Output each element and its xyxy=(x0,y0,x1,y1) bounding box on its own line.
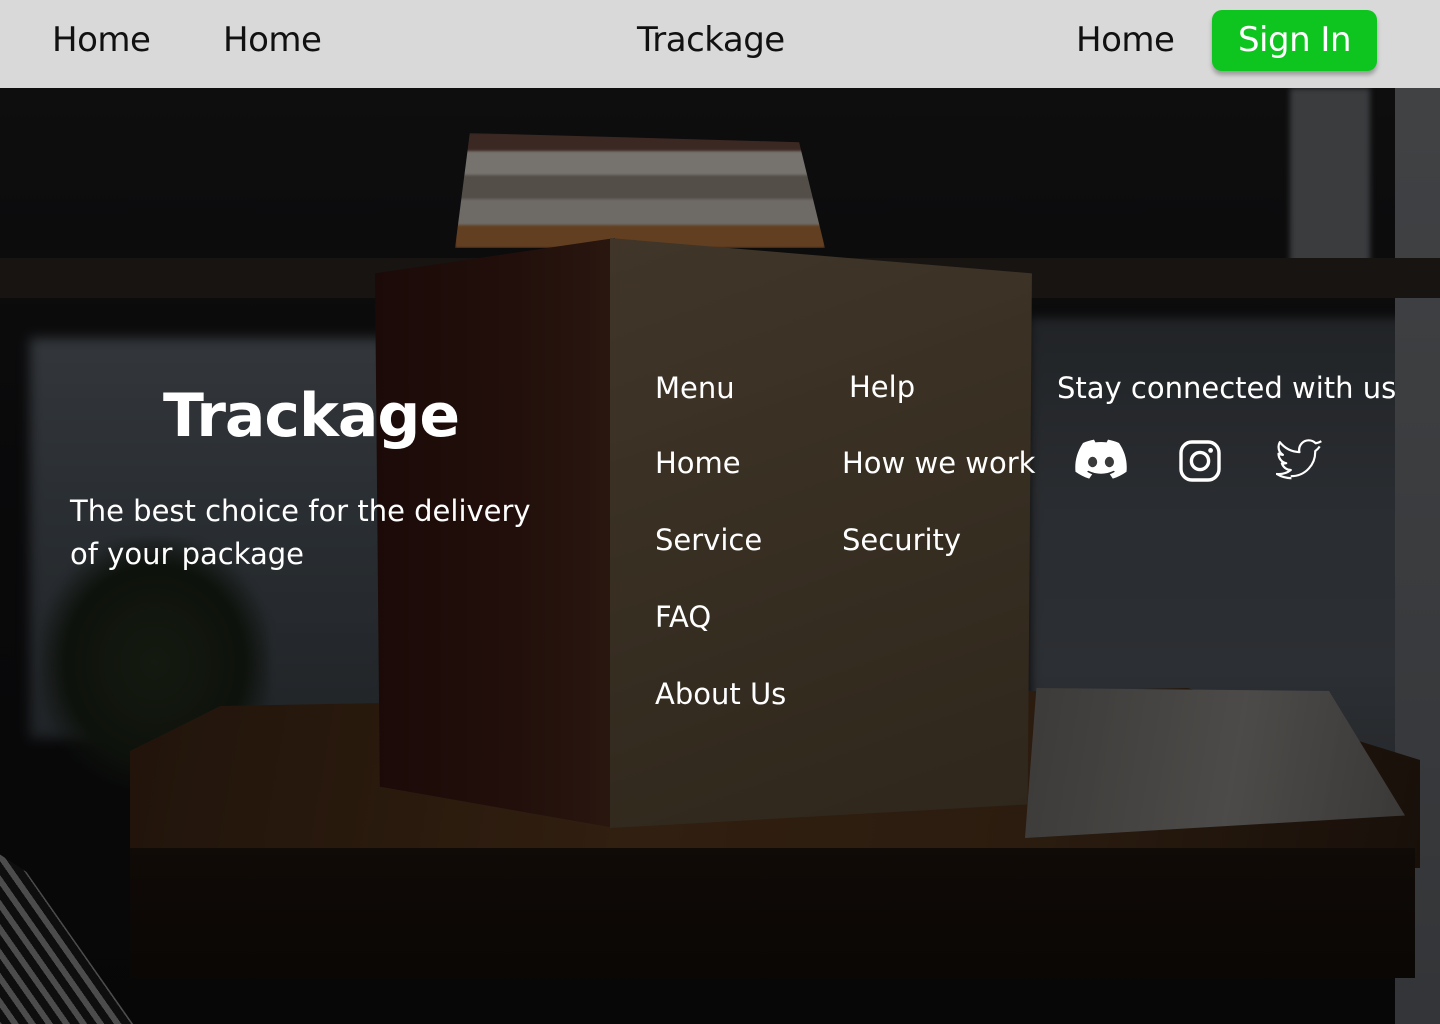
hero-tagline: The best choice for the delivery of your… xyxy=(70,494,531,571)
menu-link-faq[interactable]: FAQ xyxy=(655,599,711,635)
help-link-security[interactable]: Security xyxy=(842,522,961,558)
discord-icon[interactable] xyxy=(1075,439,1127,485)
help-heading: Help xyxy=(849,370,916,404)
menu-link-about-us[interactable]: About Us xyxy=(655,676,786,712)
brand-name: Trackage xyxy=(637,20,785,60)
twitter-icon-glyph xyxy=(1275,439,1322,480)
nav-home-link-1[interactable]: Home xyxy=(52,18,151,62)
menu-link-service[interactable]: Service xyxy=(655,522,762,558)
nav-home-link-3[interactable]: Home xyxy=(1076,18,1175,62)
top-navigation-bar: Home Home Trackage Home Sign In xyxy=(0,0,1440,88)
sign-in-button[interactable]: Sign In xyxy=(1212,10,1377,71)
menu-link-home[interactable]: Home xyxy=(655,445,741,481)
instagram-icon[interactable] xyxy=(1178,439,1228,485)
help-link-how-we-work[interactable]: How we work xyxy=(842,445,1035,481)
hero-title: Trackage xyxy=(163,381,460,451)
hero-section: Trackage The best choice for the deliver… xyxy=(0,88,1440,1024)
discord-icon-glyph xyxy=(1075,439,1127,479)
twitter-icon[interactable] xyxy=(1275,439,1326,485)
instagram-icon-glyph xyxy=(1179,440,1221,482)
social-heading: Stay connected with us xyxy=(1057,371,1397,405)
nav-home-link-2[interactable]: Home xyxy=(223,18,322,62)
menu-heading: Menu xyxy=(655,371,735,405)
